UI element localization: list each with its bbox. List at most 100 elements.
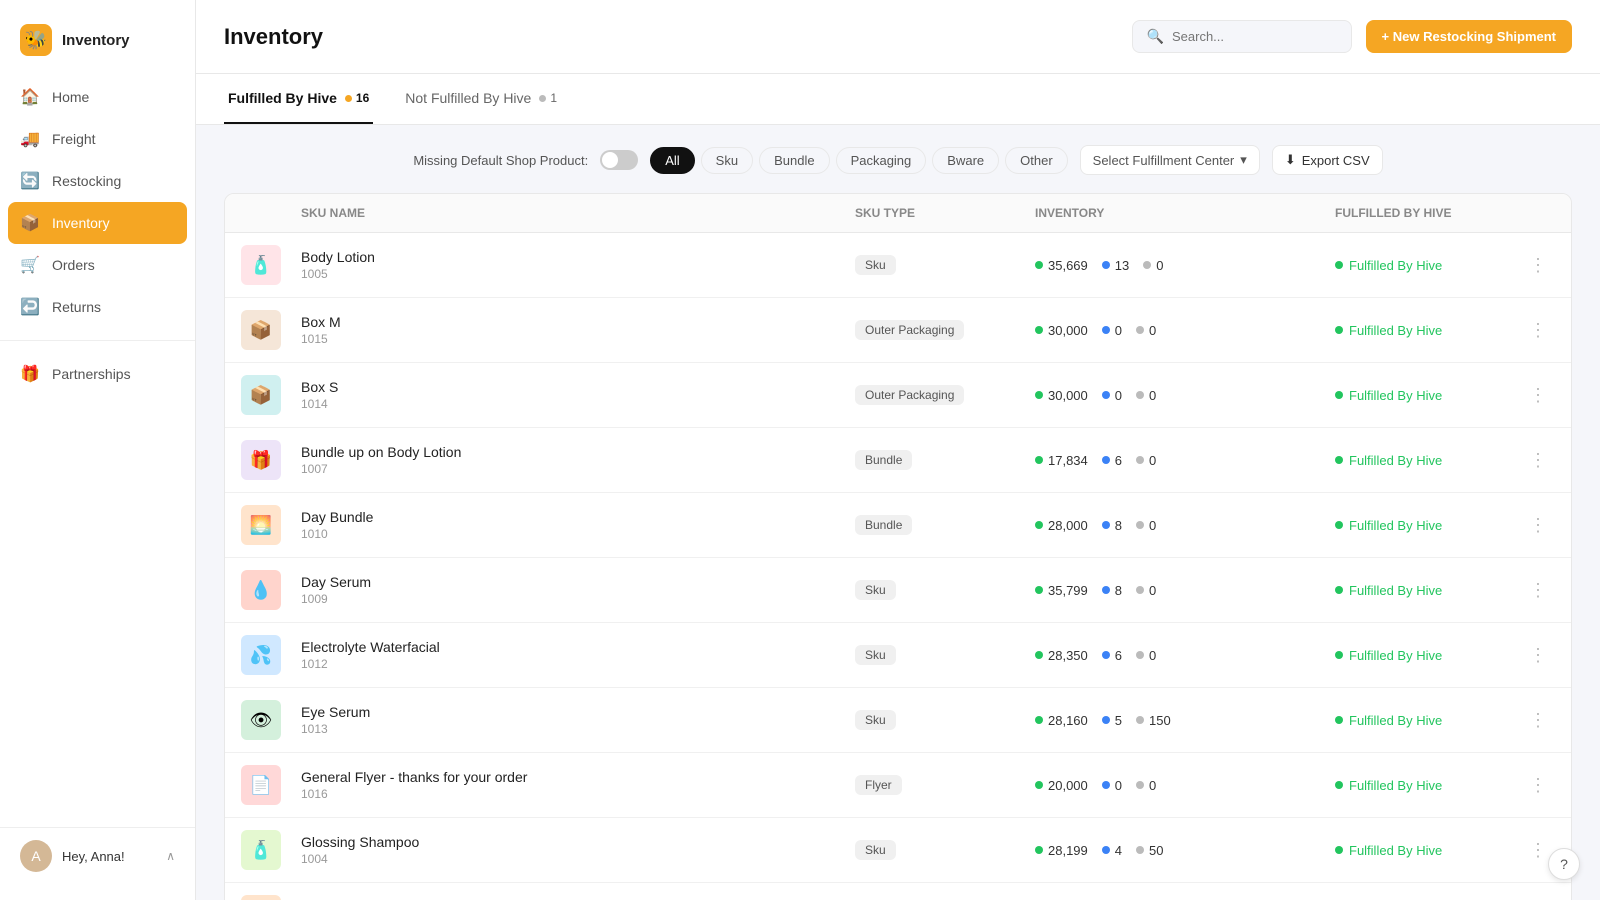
table-row[interactable]: 💧 Day Serum 1009 Sku 35,799 8 0 (225, 558, 1571, 623)
table-row[interactable]: 👁 Eye Serum 1013 Sku 28,160 5 15 (225, 688, 1571, 753)
help-icon: ? (1560, 856, 1568, 872)
tab-fulfilled-by-hive[interactable]: Fulfilled By Hive 16 (224, 74, 373, 124)
sku-type-badge: Sku (855, 645, 896, 665)
tab-count: 16 (356, 91, 369, 105)
header-right: 🔍 + New Restocking Shipment (1132, 20, 1572, 53)
row-menu-button[interactable]: ⋮ (1521, 706, 1555, 735)
product-sku: 1014 (301, 397, 855, 411)
table-body: 🧴 Body Lotion 1005 Sku 35,669 13 (225, 233, 1571, 900)
sidebar-item-home[interactable]: 🏠 Home (0, 76, 195, 118)
inv-count-gray: 0 (1136, 323, 1156, 338)
inv-count-green: 20,000 (1035, 778, 1088, 793)
sidebar-item-returns[interactable]: ↩️ Returns (0, 286, 195, 328)
help-button[interactable]: ? (1548, 848, 1580, 880)
main-content: Inventory 🔍 + New Restocking Shipment Fu… (196, 0, 1600, 900)
user-info[interactable]: A Hey, Anna! (20, 840, 125, 872)
fulfilled-badge: Fulfilled By Hive (1335, 258, 1442, 273)
inv-dot-green (1035, 391, 1043, 399)
new-shipment-button[interactable]: + New Restocking Shipment (1366, 20, 1572, 53)
table-row[interactable]: 🧴 Body Lotion 1005 Sku 35,669 13 (225, 233, 1571, 298)
table-row[interactable]: 🌅 Day Bundle 1010 Bundle 28,000 8 (225, 493, 1571, 558)
tab-not-fulfilled-by-hive[interactable]: Not Fulfilled By Hive 1 (401, 74, 561, 124)
user-name: Hey, Anna! (62, 849, 125, 864)
row-menu-button[interactable]: ⋮ (1521, 511, 1555, 540)
sidebar-item-partnerships[interactable]: 🎁 Partnerships (0, 353, 195, 395)
table-row[interactable]: 🧴 Glossing Shampoo 1004 Sku 28,199 4 (225, 818, 1571, 883)
fulfilled-dot (1335, 456, 1343, 464)
inventory-counts: 28,160 5 150 (1035, 713, 1335, 728)
filter-pill-other[interactable]: Other (1005, 147, 1068, 174)
table-row[interactable]: 📦 Box M 1015 Outer Packaging 30,000 0 (225, 298, 1571, 363)
tab-label: Not Fulfilled By Hive (405, 90, 531, 106)
filter-pill-all[interactable]: All (650, 147, 694, 174)
row-actions: ⋮ (1521, 641, 1555, 670)
fulfillment-placeholder: Select Fulfillment Center (1093, 153, 1235, 168)
inv-dot-gray (1136, 456, 1144, 464)
product-sku: 1016 (301, 787, 855, 801)
row-menu-button[interactable]: ⋮ (1521, 771, 1555, 800)
table-row[interactable]: 📄 General Flyer - thanks for your order … (225, 753, 1571, 818)
row-menu-button[interactable]: ⋮ (1521, 641, 1555, 670)
inv-count-green: 35,799 (1035, 583, 1088, 598)
missing-product-toggle[interactable] (600, 150, 638, 170)
filter-pill-packaging[interactable]: Packaging (836, 147, 927, 174)
fulfilled-cell: Fulfilled By Hive ⋮ (1335, 316, 1555, 345)
search-box[interactable]: 🔍 (1132, 20, 1352, 53)
inv-count-blue: 0 (1102, 323, 1122, 338)
orders-icon: 🛒 (20, 255, 40, 275)
row-menu-button[interactable]: ⋮ (1521, 446, 1555, 475)
fulfilled-cell: Fulfilled By Hive ⋮ (1335, 381, 1555, 410)
fulfilled-cell: Fulfilled By Hive ⋮ (1335, 706, 1555, 735)
sku-type-cell: Flyer (855, 775, 1035, 795)
inv-dot-green (1035, 651, 1043, 659)
sidebar: 🐝 Inventory 🏠 Home 🚚 Freight 🔄 Restockin… (0, 0, 196, 900)
inventory-counts: 35,799 8 0 (1035, 583, 1335, 598)
row-menu-button[interactable]: ⋮ (1521, 576, 1555, 605)
table-row[interactable]: 🧪 Liquid Serum Base 1008 Sku 28,000 10 (225, 883, 1571, 900)
inventory-counts: 17,834 6 0 (1035, 453, 1335, 468)
product-name: Bundle up on Body Lotion (301, 444, 855, 460)
search-input[interactable] (1172, 29, 1337, 44)
app-name: Inventory (62, 32, 130, 49)
row-actions: ⋮ (1521, 511, 1555, 540)
nav-divider (0, 340, 195, 341)
inv-dot-gray (1136, 326, 1144, 334)
filter-pill-bundle[interactable]: Bundle (759, 147, 829, 174)
inv-dot-blue (1102, 521, 1110, 529)
table-row[interactable]: 🎁 Bundle up on Body Lotion 1007 Bundle 1… (225, 428, 1571, 493)
table-row[interactable]: 📦 Box S 1014 Outer Packaging 30,000 0 (225, 363, 1571, 428)
fulfilled-badge: Fulfilled By Hive (1335, 453, 1442, 468)
product-image: 🧴 (241, 245, 281, 285)
product-image: 💦 (241, 635, 281, 675)
inv-dot-green (1035, 846, 1043, 854)
inv-count-green: 28,160 (1035, 713, 1088, 728)
fulfilled-cell: Fulfilled By Hive ⋮ (1335, 576, 1555, 605)
inv-dot-gray (1136, 651, 1144, 659)
product-sku: 1013 (301, 722, 855, 736)
chevron-up-icon[interactable]: ∧ (166, 849, 175, 863)
product-name: Day Bundle (301, 509, 855, 525)
sidebar-item-inventory[interactable]: 📦 Inventory (8, 202, 187, 244)
sidebar-item-orders[interactable]: 🛒 Orders (0, 244, 195, 286)
inv-dot-blue (1102, 781, 1110, 789)
inventory-counts: 28,350 6 0 (1035, 648, 1335, 663)
table-row[interactable]: 💦 Electrolyte Waterfacial 1012 Sku 28,35… (225, 623, 1571, 688)
inv-dot-blue (1102, 846, 1110, 854)
product-sku: 1015 (301, 332, 855, 346)
sku-type-badge: Sku (855, 255, 896, 275)
avatar: A (20, 840, 52, 872)
product-image: 🌅 (241, 505, 281, 545)
export-csv-button[interactable]: ⬇ Export CSV (1272, 145, 1383, 175)
row-menu-button[interactable]: ⋮ (1521, 251, 1555, 280)
fulfilled-dot (1335, 326, 1343, 334)
filter-pill-sku[interactable]: Sku (701, 147, 753, 174)
tab-label: Fulfilled By Hive (228, 90, 337, 106)
sidebar-item-freight[interactable]: 🚚 Freight (0, 118, 195, 160)
sidebar-item-restocking[interactable]: 🔄 Restocking (0, 160, 195, 202)
filter-pill-bware[interactable]: Bware (932, 147, 999, 174)
fulfillment-center-select[interactable]: Select Fulfillment Center ▾ (1080, 145, 1260, 175)
row-menu-button[interactable]: ⋮ (1521, 316, 1555, 345)
sidebar-item-label: Partnerships (52, 366, 131, 382)
row-actions: ⋮ (1521, 316, 1555, 345)
row-menu-button[interactable]: ⋮ (1521, 381, 1555, 410)
